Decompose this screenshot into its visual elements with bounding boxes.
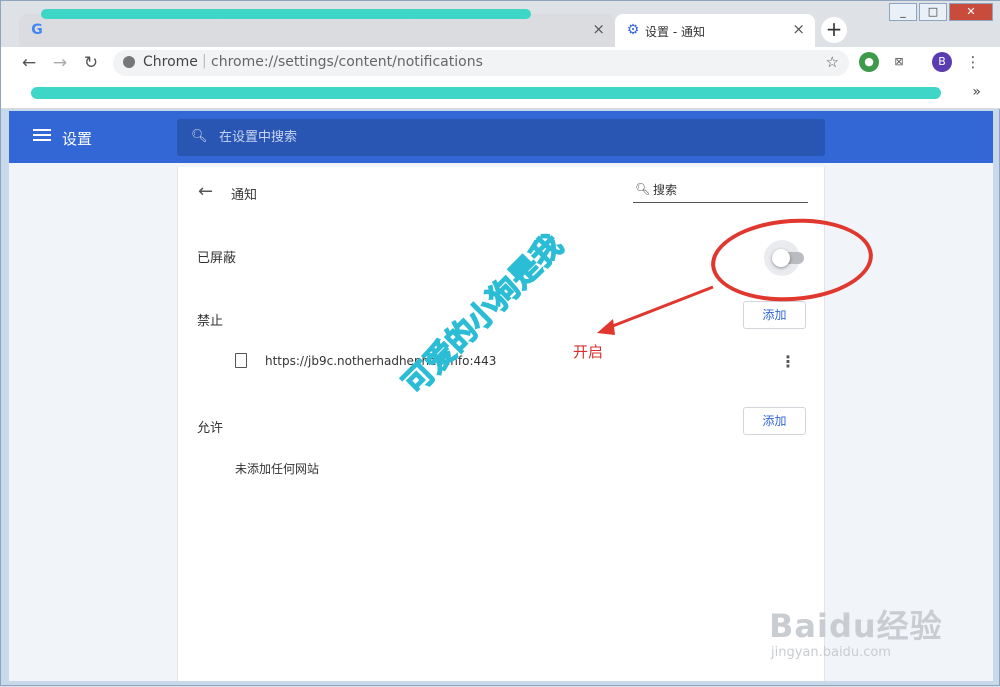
- baidu-brand: Baidu经验: [769, 607, 943, 645]
- baidu-jingyan-watermark: Baidu经验 jingyan.baidu.com: [769, 601, 969, 671]
- annotation-label: 开启: [573, 343, 604, 361]
- baidu-url: jingyan.baidu.com: [771, 645, 891, 660]
- annotation-arrow: [597, 285, 714, 335]
- browser-window: G × ⚙ 设置 - 通知 × + _ □ ✕ ← → ↻ Chrome | c…: [0, 0, 1000, 686]
